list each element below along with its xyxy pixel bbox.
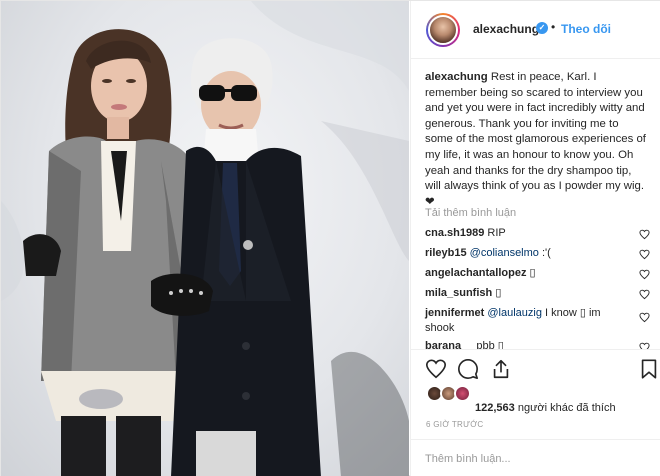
like-heart-icon[interactable] <box>425 358 447 380</box>
like-comment-icon[interactable] <box>639 229 650 240</box>
comment-row: jennifermet @laulauzig I know ▯ im shook <box>425 306 630 336</box>
comment-username[interactable]: mila_sunfish <box>425 287 492 299</box>
comments-section[interactable]: alexachung Rest in peace, Karl. I rememb… <box>411 59 660 349</box>
follow-button[interactable]: Theo dõi <box>561 22 611 36</box>
post-header: alexachung ✓ • Theo dõi <box>411 1 660 59</box>
load-more-comments-button[interactable]: Tải thêm bình luận <box>425 207 516 219</box>
author-avatar[interactable] <box>426 13 460 47</box>
comment-mention[interactable]: @colianselmo <box>470 247 539 259</box>
caption-username[interactable]: alexachung <box>425 71 488 83</box>
likes-suffix: người khác đã thích <box>517 402 616 414</box>
likes-summary[interactable]: 122,563 người khác đã thích <box>411 381 660 421</box>
share-icon[interactable] <box>490 358 512 380</box>
post-panel: alexachung ✓ • Theo dõi alexachung Rest … <box>410 1 660 476</box>
comment-username[interactable]: rileyb15 <box>425 247 467 259</box>
add-comment-bar <box>411 439 660 476</box>
follow-separator: • <box>551 20 556 34</box>
post-timestamp[interactable]: 6 GIỜ TRƯỚC <box>426 420 484 429</box>
verified-badge-icon: ✓ <box>536 22 548 34</box>
comment-username[interactable]: jennifermet <box>425 307 484 319</box>
comment-row: angelachantallopez ▯ <box>425 266 659 281</box>
post-frame: alexachung ✓ • Theo dõi alexachung Rest … <box>0 0 660 476</box>
comment-row: mila_sunfish ▯ <box>425 286 659 301</box>
comment-bubble-icon[interactable] <box>457 358 479 380</box>
comment-text: pbb ▯ <box>476 340 504 349</box>
liker-avatar <box>454 385 471 402</box>
like-comment-icon[interactable] <box>639 312 650 323</box>
comment-text: :'( <box>538 247 551 259</box>
comment-input[interactable] <box>425 450 645 468</box>
post-photo[interactable] <box>1 1 409 476</box>
caption-text: Rest in peace, Karl. I remember being so… <box>425 71 646 208</box>
comment-text: ▯ <box>529 267 536 279</box>
comment-text: RIP <box>487 227 506 239</box>
photo-illustration <box>1 1 409 476</box>
like-comment-icon[interactable] <box>639 249 650 260</box>
comment-username[interactable]: cna.sh1989 <box>425 227 484 239</box>
comment-username[interactable]: angelachantallopez <box>425 267 526 279</box>
post-caption: alexachung Rest in peace, Karl. I rememb… <box>425 70 647 210</box>
likes-number: 122,563 <box>475 402 515 414</box>
comment-username[interactable]: barana <box>425 340 461 349</box>
bookmark-icon[interactable] <box>638 358 660 380</box>
comment-text: ▯ <box>495 287 502 299</box>
comment-row: rileyb15 @colianselmo :'( <box>425 246 659 261</box>
comment-row: cna.sh1989 RIP <box>425 226 659 241</box>
comment-row: barana pbb ▯ <box>425 339 659 349</box>
like-comment-icon[interactable] <box>639 269 650 280</box>
like-comment-icon[interactable] <box>639 289 650 300</box>
likes-count: 122,563 người khác đã thích <box>475 402 616 414</box>
comment-mention[interactable]: @laulauzig <box>487 307 542 319</box>
author-username[interactable]: alexachung <box>473 22 539 36</box>
like-comment-icon[interactable] <box>639 342 650 349</box>
